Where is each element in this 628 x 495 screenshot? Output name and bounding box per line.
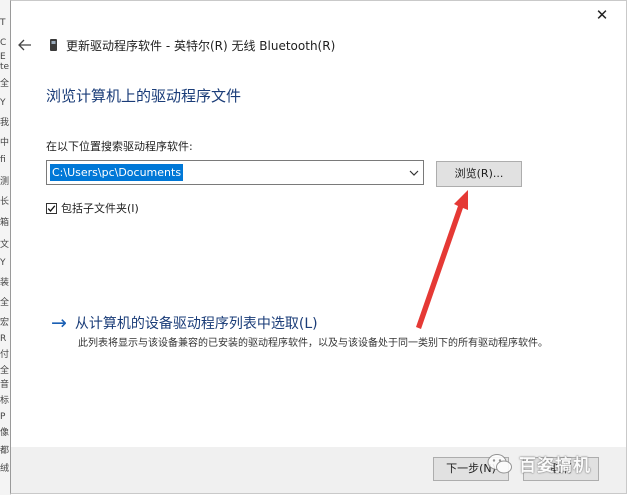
device-icon: [50, 39, 57, 51]
background-text: 付: [0, 350, 10, 360]
background-text: 宏: [0, 318, 10, 328]
include-subfolders-option[interactable]: 包括子文件夹(I): [46, 200, 139, 216]
background-text: 全: [0, 79, 10, 89]
driver-path-combobox[interactable]: C:\Users\pc\Documents: [46, 160, 424, 185]
background-text: 全: [0, 366, 10, 376]
chevron-down-icon[interactable]: [409, 168, 419, 178]
background-text: 都: [0, 446, 10, 456]
close-button[interactable]: ✕: [592, 5, 612, 25]
wechat-logo-icon: [487, 453, 512, 473]
pick-from-driver-list-label[interactable]: 从计算机的设备驱动程序列表中选取(L): [75, 313, 318, 333]
page-heading: 浏览计算机上的驱动程序文件: [46, 87, 242, 105]
background-text: 全: [0, 298, 10, 308]
background-text: 长: [0, 197, 10, 207]
include-subfolders-label[interactable]: 包括子文件夹(I): [61, 200, 139, 216]
background-text: 中: [0, 138, 10, 148]
driver-path-value[interactable]: C:\Users\pc\Documents: [50, 164, 184, 181]
back-arrow-icon: [18, 39, 31, 51]
search-location-label: 在以下位置搜索驱动程序软件:: [46, 140, 193, 153]
background-text: Y: [0, 258, 6, 268]
browse-button[interactable]: 浏览(R)...: [436, 161, 522, 187]
right-arrow-icon: →: [51, 312, 67, 334]
pick-from-driver-list-link[interactable]: → 从计算机的设备驱动程序列表中选取(L): [51, 313, 318, 333]
pick-from-driver-list-description: 此列表将显示与该设备兼容的已安装的驱动程序软件，以及与该设备处于同一类别下的所有…: [78, 338, 548, 349]
checkmark-icon: [47, 204, 56, 212]
background-text: fi: [0, 155, 6, 165]
update-driver-dialog: ✕ 更新驱动程序软件 - 英特尔(R) 无线 Bluetooth(R) 浏览计算…: [10, 0, 627, 494]
background-text: 箱: [0, 218, 10, 228]
background-text: 绒: [0, 464, 10, 474]
background-text: 音: [0, 380, 10, 390]
background-text: C: [0, 38, 7, 48]
dialog-titlebar: 更新驱动程序软件 - 英特尔(R) 无线 Bluetooth(R): [17, 34, 335, 56]
include-subfolders-checkbox[interactable]: [46, 202, 57, 214]
background-text: 像: [0, 428, 10, 438]
background-text: 标: [0, 396, 10, 406]
background-text: R: [0, 334, 7, 344]
background-text: 装: [0, 278, 10, 288]
watermark: 百姿搞机: [487, 451, 591, 476]
back-button[interactable]: [17, 37, 33, 53]
dialog-title: 更新驱动程序软件 - 英特尔(R) 无线 Bluetooth(R): [66, 38, 336, 53]
background-text: 文: [0, 240, 10, 250]
background-text: Y: [0, 98, 6, 108]
background-text: te: [0, 62, 10, 72]
background-text: 我: [0, 118, 10, 128]
background-text: 测: [0, 177, 10, 187]
background-text: P: [0, 412, 6, 422]
close-icon: ✕: [595, 6, 609, 24]
background-text: T: [0, 18, 6, 28]
watermark-text: 百姿搞机: [519, 456, 591, 476]
